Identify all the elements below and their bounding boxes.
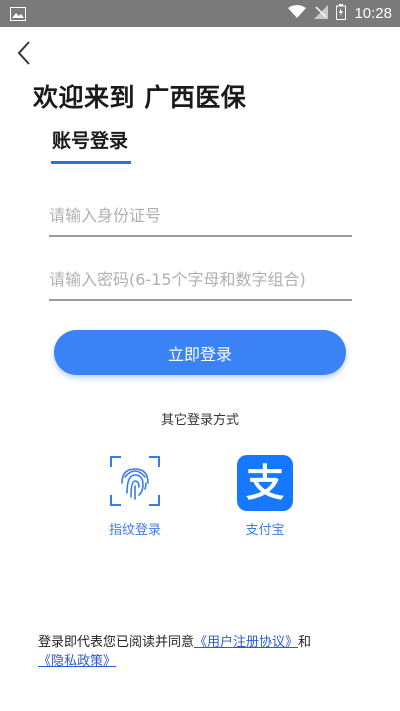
privacy-policy-link[interactable]: 《隐私政策》 — [38, 654, 116, 669]
agreement-prefix: 登录即代表您已阅读并同意 — [38, 635, 195, 650]
back-button[interactable] — [12, 38, 36, 68]
password-input[interactable] — [49, 259, 352, 301]
status-bar: 10:28 — [0, 0, 400, 27]
fingerprint-login-label: 指纹登录 — [108, 523, 161, 538]
fingerprint-login-button[interactable]: 指纹登录 — [105, 455, 165, 538]
agreement-text: 登录即代表您已阅读并同意《用户注册协议》和 《隐私政策》 — [38, 633, 368, 671]
page-title: 欢迎来到 广西医保 — [33, 83, 247, 112]
alipay-glyph: 支 — [245, 461, 284, 505]
alipay-icon: 支 — [237, 455, 293, 511]
tab-indicator — [51, 161, 131, 164]
status-time: 10:28 — [354, 5, 392, 22]
id-number-input[interactable] — [49, 195, 352, 237]
gallery-icon — [10, 6, 26, 25]
signal-icon — [314, 4, 329, 23]
battery-icon — [336, 3, 347, 24]
alipay-login-label: 支付宝 — [245, 523, 285, 538]
alipay-login-button[interactable]: 支 支付宝 — [230, 455, 300, 538]
wifi-icon — [288, 4, 307, 23]
chevron-left-icon — [17, 41, 30, 65]
other-login-title: 其它登录方式 — [160, 413, 239, 428]
login-button[interactable]: 立即登录 — [54, 330, 346, 375]
fingerprint-icon — [110, 456, 160, 506]
user-agreement-link[interactable]: 《用户注册协议》 — [194, 635, 298, 650]
tab-account-login[interactable]: 账号登录 — [52, 126, 128, 153]
agreement-and: 和 — [298, 635, 312, 650]
